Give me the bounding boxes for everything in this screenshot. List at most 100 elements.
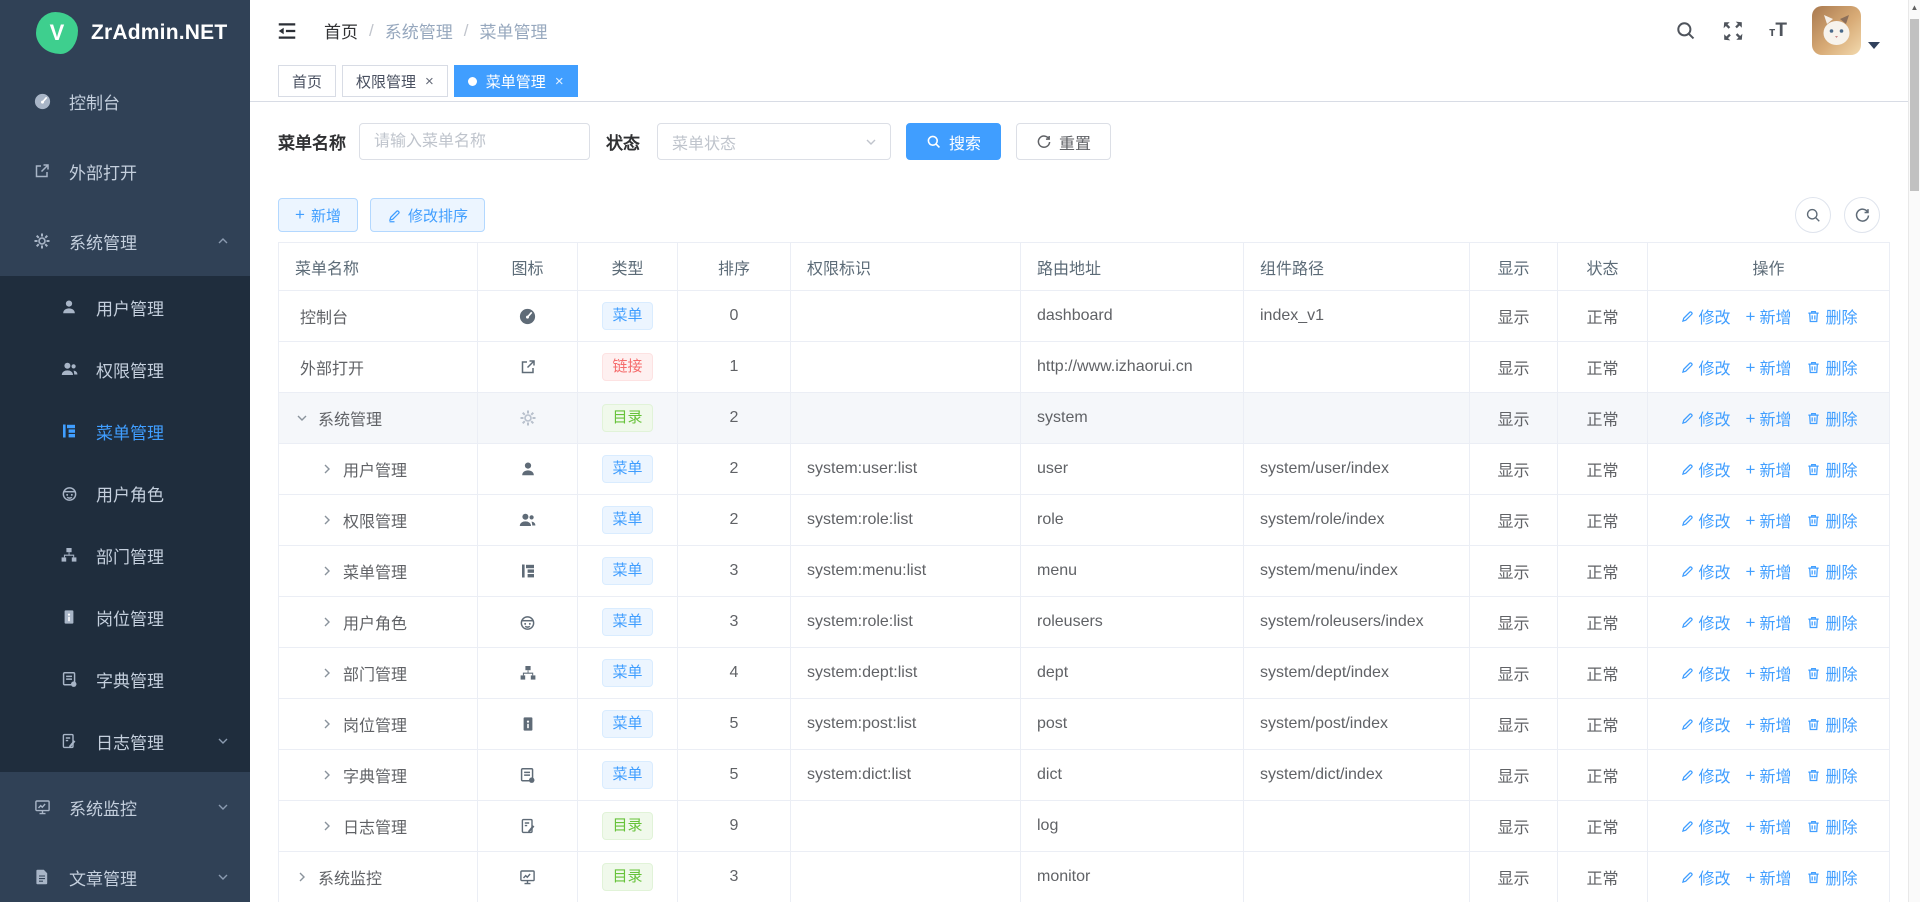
fullscreen-icon[interactable] [1722,20,1744,42]
sidebar-item-article[interactable]: 文章管理 [0,842,250,902]
sidebar-item-users[interactable]: 权限管理 [0,338,250,400]
add-action[interactable]: +新增 [1746,865,1792,889]
edit-action[interactable]: 修改 [1680,610,1731,634]
search-button[interactable]: 搜索 [906,123,1001,160]
delete-action[interactable]: 删除 [1806,508,1857,532]
edit-action[interactable]: 修改 [1680,661,1731,685]
add-action[interactable]: +新增 [1746,406,1792,430]
font-size-icon[interactable]: тT [1769,20,1787,42]
edit-action[interactable]: 修改 [1680,559,1731,583]
tree-expand-right-icon[interactable] [320,666,338,680]
reset-button[interactable]: 重置 [1016,123,1111,160]
delete-action[interactable]: 删除 [1806,304,1857,328]
menu-name-cell: 菜单管理 [295,559,477,583]
status-select[interactable]: 菜单状态 [657,123,891,160]
sidebar-item-monitor[interactable]: 系统监控 [0,772,250,842]
sidebar-item-gauge[interactable]: 控制台 [0,66,250,136]
tree-expand-right-icon[interactable] [320,462,338,476]
sidebar-item-robot[interactable]: 用户角色 [0,462,250,524]
row-actions: 修改 +新增删除 [1648,814,1889,838]
sidebar-item-tree[interactable]: 部门管理 [0,524,250,586]
sidebar-item-gear[interactable]: 系统管理 [0,206,250,276]
delete-action[interactable]: 删除 [1806,457,1857,481]
page-scrollbar[interactable]: ▲ [1908,0,1920,902]
tab-菜单管理[interactable]: 菜单管理× [454,65,578,97]
route-path: user [1021,444,1244,495]
logo[interactable]: V ZrAdmin.NET [0,0,250,66]
tree-expand-right-icon[interactable] [295,870,313,884]
caret-down-icon[interactable] [1868,42,1880,49]
sidebar-item-dict[interactable]: 字典管理 [0,648,250,710]
visible-state: 显示 [1470,648,1558,699]
status-state: 正常 [1558,750,1648,801]
delete-action[interactable]: 删除 [1806,865,1857,889]
hamburger-icon[interactable] [276,20,298,42]
edit-action[interactable]: 修改 [1680,712,1731,736]
search-icon[interactable] [1675,20,1697,42]
chevron-down-icon [864,135,878,149]
delete-action[interactable]: 删除 [1806,763,1857,787]
tree-expand-right-icon[interactable] [320,819,338,833]
add-action[interactable]: +新增 [1746,661,1792,685]
tree-expand-right-icon[interactable] [320,615,338,629]
sort-order: 2 [678,393,791,444]
add-action[interactable]: +新增 [1746,559,1792,583]
modify-sort-button[interactable]: 修改排序 [370,198,485,232]
edit-action[interactable]: 修改 [1680,814,1731,838]
scrollbar-thumb[interactable] [1910,19,1919,191]
edit-action[interactable]: 修改 [1680,865,1731,889]
delete-action[interactable]: 删除 [1806,355,1857,379]
tab-权限管理[interactable]: 权限管理× [342,65,448,97]
tree-expand-right-icon[interactable] [320,717,338,731]
tree-expand-right-icon[interactable] [320,564,338,578]
menu-name: 部门管理 [343,661,407,685]
delete-action[interactable]: 删除 [1806,661,1857,685]
sidebar-item-user[interactable]: 用户管理 [0,276,250,338]
add-action[interactable]: +新增 [1746,355,1792,379]
add-action[interactable]: +新增 [1746,457,1792,481]
tree-expand-right-icon[interactable] [320,513,338,527]
add-action[interactable]: +新增 [1746,763,1792,787]
edit-action[interactable]: 修改 [1680,406,1731,430]
edit-action[interactable]: 修改 [1680,355,1731,379]
delete-action[interactable]: 删除 [1806,814,1857,838]
plus-icon: + [1746,563,1756,580]
add-action[interactable]: +新增 [1746,712,1792,736]
menu-name-input[interactable] [359,123,590,160]
tab-home[interactable]: 首页 [278,65,336,97]
sidebar-item-tree-table[interactable]: 菜单管理 [0,400,250,462]
add-action[interactable]: +新增 [1746,814,1792,838]
avatar[interactable] [1812,6,1861,55]
sidebar-item-post[interactable]: 岗位管理 [0,586,250,648]
refresh-button[interactable] [1844,197,1880,233]
user-icon [519,460,537,478]
add-action[interactable]: +新增 [1746,508,1792,532]
delete-action[interactable]: 删除 [1806,559,1857,583]
perm-key: system:post:list [791,699,1021,750]
breadcrumb-home[interactable]: 首页 [324,18,358,43]
edit-action[interactable]: 修改 [1680,508,1731,532]
edit-action[interactable]: 修改 [1680,457,1731,481]
show-search-button[interactable] [1795,197,1831,233]
tree-expand-down-icon[interactable] [295,411,313,425]
add-action[interactable]: +新增 [1746,304,1792,328]
user-menu[interactable] [1812,6,1880,55]
plus-icon: + [1746,410,1756,427]
type-tag: 菜单 [602,659,652,686]
scrollbar-up-arrow[interactable]: ▲ [1909,3,1920,12]
sidebar-item-external[interactable]: 外部打开 [0,136,250,206]
add-action[interactable]: +新增 [1746,610,1792,634]
delete-action[interactable]: 删除 [1806,610,1857,634]
sidebar-item-label: 岗位管理 [96,605,164,630]
sidebar-item-log[interactable]: 日志管理 [0,710,250,772]
tab-close-icon[interactable]: × [425,74,434,89]
delete-action[interactable]: 删除 [1806,406,1857,430]
delete-action[interactable]: 删除 [1806,712,1857,736]
menu-name: 外部打开 [300,355,364,379]
edit-action[interactable]: 修改 [1680,304,1731,328]
add-button[interactable]: + 新增 [278,198,358,232]
tab-close-icon[interactable]: × [555,74,564,89]
table-row: 用户角色菜单3system:role:listroleuserssystem/r… [279,597,1890,648]
tree-expand-right-icon[interactable] [320,768,338,782]
edit-action[interactable]: 修改 [1680,763,1731,787]
